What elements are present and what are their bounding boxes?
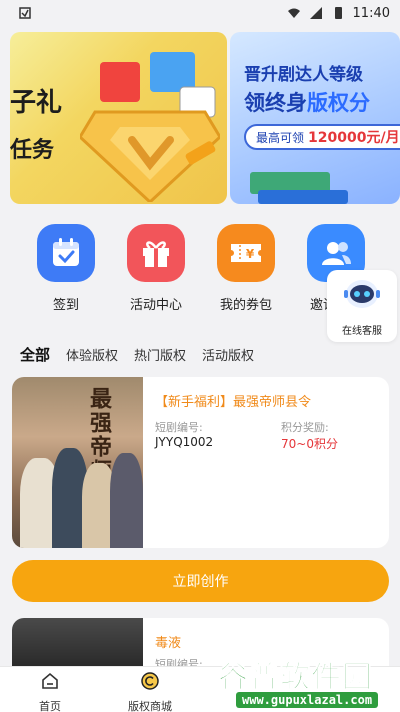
banner-a-text2: 任务	[10, 138, 55, 163]
drama-title: 毒液	[155, 636, 182, 651]
tab-event-copyright[interactable]: 活动版权	[202, 345, 254, 364]
banner-carousel[interactable]: 子礼 任务 晋升剧达人等级 领终身版权分 最高可领 120000元/月	[10, 32, 400, 204]
banner-b-title: 晋升剧达人等级	[244, 65, 363, 85]
banner-a-text1: 子礼	[10, 88, 63, 118]
watermark-main: 谷普软件园	[218, 660, 373, 696]
action-my-coupons[interactable]: ¥ 我的券包	[206, 224, 286, 313]
drama-code: JYYQ1002	[155, 435, 214, 449]
app-notification-icon	[19, 7, 31, 19]
action-my-coupons-label: 我的券包	[219, 298, 272, 313]
drama-card[interactable]: 最强帝师县令 【新手福利】最强帝师县令 短剧编号: 积分奖励: JYYQ1002…	[12, 377, 389, 548]
drama-poster: 最强帝师县令	[12, 377, 143, 548]
tab-trial-copyright[interactable]: 体验版权	[66, 345, 118, 364]
gift-icon	[127, 224, 185, 282]
site-watermark: 谷普软件园 www.gupuxlazal.com	[218, 652, 398, 712]
nav-copyright-mall[interactable]: 版权商城	[110, 671, 190, 712]
drama-points: 70~0积分	[281, 437, 338, 451]
action-activity-center[interactable]: 活动中心	[116, 224, 196, 313]
action-activity-center-label: 活动中心	[129, 298, 182, 313]
battery-icon	[334, 7, 342, 19]
gift-diamond-icon	[80, 52, 220, 202]
coupon-icon: ¥	[217, 224, 275, 282]
online-service-label: 在线客服	[342, 326, 382, 337]
tab-all[interactable]: 全部	[20, 344, 50, 365]
robot-icon	[344, 280, 380, 308]
drama-points-label: 积分奖励:	[281, 421, 329, 434]
action-checkin-label: 签到	[52, 298, 79, 313]
signal-icon	[309, 7, 322, 19]
banner-talent-level[interactable]: 晋升剧达人等级 领终身版权分 最高可领 120000元/月	[230, 32, 400, 204]
drama-title: 【新手福利】最强帝师县令	[155, 395, 312, 410]
tab-hot-copyright[interactable]: 热门版权	[134, 345, 186, 364]
banner-gift-task[interactable]: 子礼 任务	[10, 32, 227, 204]
online-service-button[interactable]: 在线客服	[327, 270, 397, 342]
svg-text:¥: ¥	[246, 247, 255, 261]
action-checkin[interactable]: 签到	[26, 224, 106, 313]
create-now-button[interactable]: 立即创作	[12, 560, 389, 602]
drama-code-label: 短剧编号:	[155, 421, 203, 434]
books-illustration-2	[258, 190, 348, 204]
watermark-url: www.gupuxlazal.com	[236, 692, 379, 708]
home-icon	[42, 672, 58, 689]
category-tabs: 全部 体验版权 热门版权 活动版权	[20, 344, 270, 366]
nav-home[interactable]: 首页	[10, 671, 90, 712]
copyright-icon	[141, 672, 159, 690]
nav-home-label: 首页	[39, 700, 61, 712]
wifi-icon	[287, 8, 300, 18]
status-bar: 11:40	[0, 0, 400, 26]
calendar-check-icon	[37, 224, 95, 282]
status-time: 11:40	[352, 5, 390, 21]
banner-b-subtitle: 领终身版权分	[244, 91, 370, 115]
nav-copyright-mall-label: 版权商城	[128, 700, 172, 712]
banner-b-reward-pill: 最高可领 120000元/月	[244, 124, 400, 150]
